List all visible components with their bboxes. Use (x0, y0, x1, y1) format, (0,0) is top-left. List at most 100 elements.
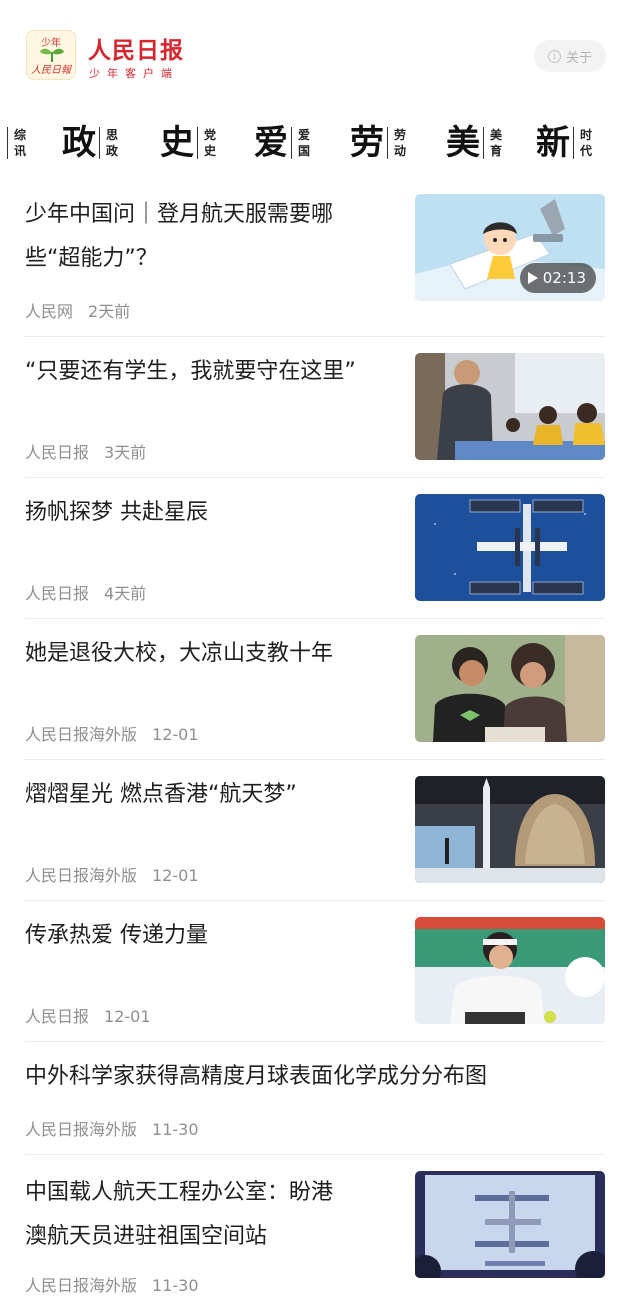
space-station-screen-photo (415, 1171, 605, 1278)
news-title-line: 中外科学家获得高精度月球表面化学成分分布图 (25, 1064, 488, 1089)
category-small-label: 思政 (105, 128, 118, 158)
news-title-line: 澳航天员进驻祖国空间站 (25, 1224, 268, 1249)
category-bar: 综讯 政 思政 史 党史 爱 爱国 劳 劳动 美 美育 新 时代 (0, 118, 630, 168)
category-big-label: 政 (62, 123, 96, 163)
news-source: 人民日报 (25, 1007, 90, 1026)
news-time: 11-30 (152, 1276, 199, 1295)
news-time: 11-30 (152, 1120, 199, 1139)
news-title: 熠熠星光 燃点香港“航天梦” (25, 773, 297, 817)
category-divider (573, 127, 574, 159)
category-divider (7, 127, 8, 159)
space-capsule-exhibit-photo (415, 776, 605, 883)
news-item[interactable]: 传承热爱 传递力量 人民日报 12-01 (25, 900, 605, 1042)
news-title: 中国载人航天工程办公室：盼港 澳航天员进驻祖国空间站 (25, 1171, 333, 1259)
news-meta: 人民日报海外版 12-01 (25, 862, 199, 886)
category-small-label: 美育 (489, 128, 502, 158)
news-source: 人民日报 (25, 443, 90, 462)
about-label: 关于 (565, 50, 592, 66)
news-meta: 人民日报海外版 12-01 (25, 721, 199, 745)
category-lao[interactable]: 劳 劳动 (350, 118, 407, 168)
category-divider (197, 127, 198, 159)
news-thumbnail (415, 494, 605, 601)
news-title-line: “只要还有学生，我就要守在这里” (25, 359, 356, 384)
category-small-label: 党史 (203, 128, 216, 158)
news-item[interactable]: 中外科学家获得高精度月球表面化学成分分布图 人民日报海外版 11-30 (25, 1041, 605, 1155)
news-thumbnail (415, 917, 605, 1024)
news-title: 她是退役大校，大凉山支教十年 (25, 632, 333, 676)
video-duration-badge: 02:13 (519, 263, 596, 293)
category-big-label: 爱 (254, 123, 288, 163)
news-time: 12-01 (152, 866, 199, 885)
news-time: 3天前 (104, 443, 147, 462)
news-thumbnail: 02:13 (415, 194, 605, 301)
news-thumbnail (415, 776, 605, 883)
news-item[interactable]: 熠熠星光 燃点香港“航天梦” 人民日报海外版 12-01 (25, 759, 605, 901)
news-source: 人民日报 (25, 584, 90, 603)
news-meta: 人民日报海外版 11-30 (25, 1116, 199, 1140)
category-divider (387, 127, 388, 159)
news-title: 扬帆探梦 共赴星辰 (25, 491, 208, 535)
news-source: 人民网 (25, 302, 74, 321)
app-header: 少年 人民日報 人民日报 少年客户端 i 关于 (0, 0, 630, 112)
news-title: “只要还有学生，我就要守在这里” (25, 350, 356, 394)
news-time: 2天前 (88, 302, 131, 321)
news-title-line: 中国载人航天工程办公室：盼港 (25, 1180, 334, 1205)
athlete-signing-photo (415, 917, 605, 1024)
category-small-label: 时代 (579, 128, 592, 158)
news-title-line: 传承热爱 传递力量 (25, 923, 208, 948)
news-thumbnail (415, 635, 605, 742)
category-zongxun[interactable]: 综讯 (4, 118, 27, 168)
category-divider (99, 127, 100, 159)
about-button[interactable]: i 关于 (534, 40, 606, 72)
news-meta: 人民日报海外版 11-30 (25, 1272, 199, 1296)
category-big-label: 美 (446, 123, 480, 163)
news-source: 人民日报海外版 (25, 866, 138, 885)
news-item[interactable]: “只要还有学生，我就要守在这里” 人民日报 3天前 (25, 336, 605, 478)
category-big-label: 劳 (350, 123, 384, 163)
news-title-line: 少年中国问｜登月航天服需要哪 (25, 202, 334, 227)
category-small-label: 综讯 (13, 128, 26, 158)
category-big-label: 新 (536, 123, 570, 163)
play-icon (527, 272, 538, 284)
news-title: 中外科学家获得高精度月球表面化学成分分布图 (25, 1055, 487, 1099)
news-item[interactable]: 少年中国问｜登月航天服需要哪 些“超能力”？ 人民网 2天前 02:13 (25, 188, 605, 337)
news-thumbnail (415, 1171, 605, 1278)
category-divider (291, 127, 292, 159)
logo-text-bottom: 人民日報 (31, 65, 71, 76)
news-source: 人民日报海外版 (25, 725, 138, 744)
news-source: 人民日报海外版 (25, 1276, 138, 1295)
news-item[interactable]: 中国载人航天工程办公室：盼港 澳航天员进驻祖国空间站 人民日报海外版 11-30 (25, 1154, 605, 1295)
news-meta: 人民日报 12-01 (25, 1003, 151, 1027)
news-meta: 人民日报 4天前 (25, 580, 146, 604)
news-meta: 人民网 2天前 (25, 298, 130, 322)
news-title-line: 熠熠星光 燃点香港“航天梦” (25, 782, 297, 807)
news-title: 传承热爱 传递力量 (25, 914, 208, 958)
news-title: 少年中国问｜登月航天服需要哪 些“超能力”？ (25, 193, 333, 281)
news-title-line: 扬帆探梦 共赴星辰 (25, 500, 208, 525)
news-item[interactable]: 扬帆探梦 共赴星辰 人民日报 4天前 (25, 477, 605, 619)
news-title-line: 她是退役大校，大凉山支教十年 (25, 641, 334, 666)
news-time: 12-01 (104, 1007, 151, 1026)
news-meta: 人民日报 3天前 (25, 439, 146, 463)
teacher-classroom-photo (415, 353, 605, 460)
category-ai[interactable]: 爱 爱国 (254, 118, 311, 168)
teacher-student-photo (415, 635, 605, 742)
brand-title: 人民日报 (88, 37, 184, 64)
category-divider (483, 127, 484, 159)
category-small-label: 爱国 (297, 128, 310, 158)
video-duration: 02:13 (542, 269, 586, 287)
category-small-label: 劳动 (393, 128, 406, 158)
info-icon: i (547, 49, 561, 63)
category-shi[interactable]: 史 党史 (160, 118, 217, 168)
app-logo: 少年 人民日報 (26, 30, 76, 80)
category-zheng[interactable]: 政 思政 (62, 118, 119, 168)
space-station-image (415, 494, 605, 601)
news-time: 4天前 (104, 584, 147, 603)
news-thumbnail (415, 353, 605, 460)
news-item[interactable]: 她是退役大校，大凉山支教十年 人民日报海外版 12-01 (25, 618, 605, 760)
brand-subtitle: 少年客户端 (89, 67, 179, 80)
news-time: 12-01 (152, 725, 199, 744)
category-xin[interactable]: 新 时代 (536, 118, 593, 168)
category-big-label: 史 (160, 123, 194, 163)
category-mei[interactable]: 美 美育 (446, 118, 503, 168)
